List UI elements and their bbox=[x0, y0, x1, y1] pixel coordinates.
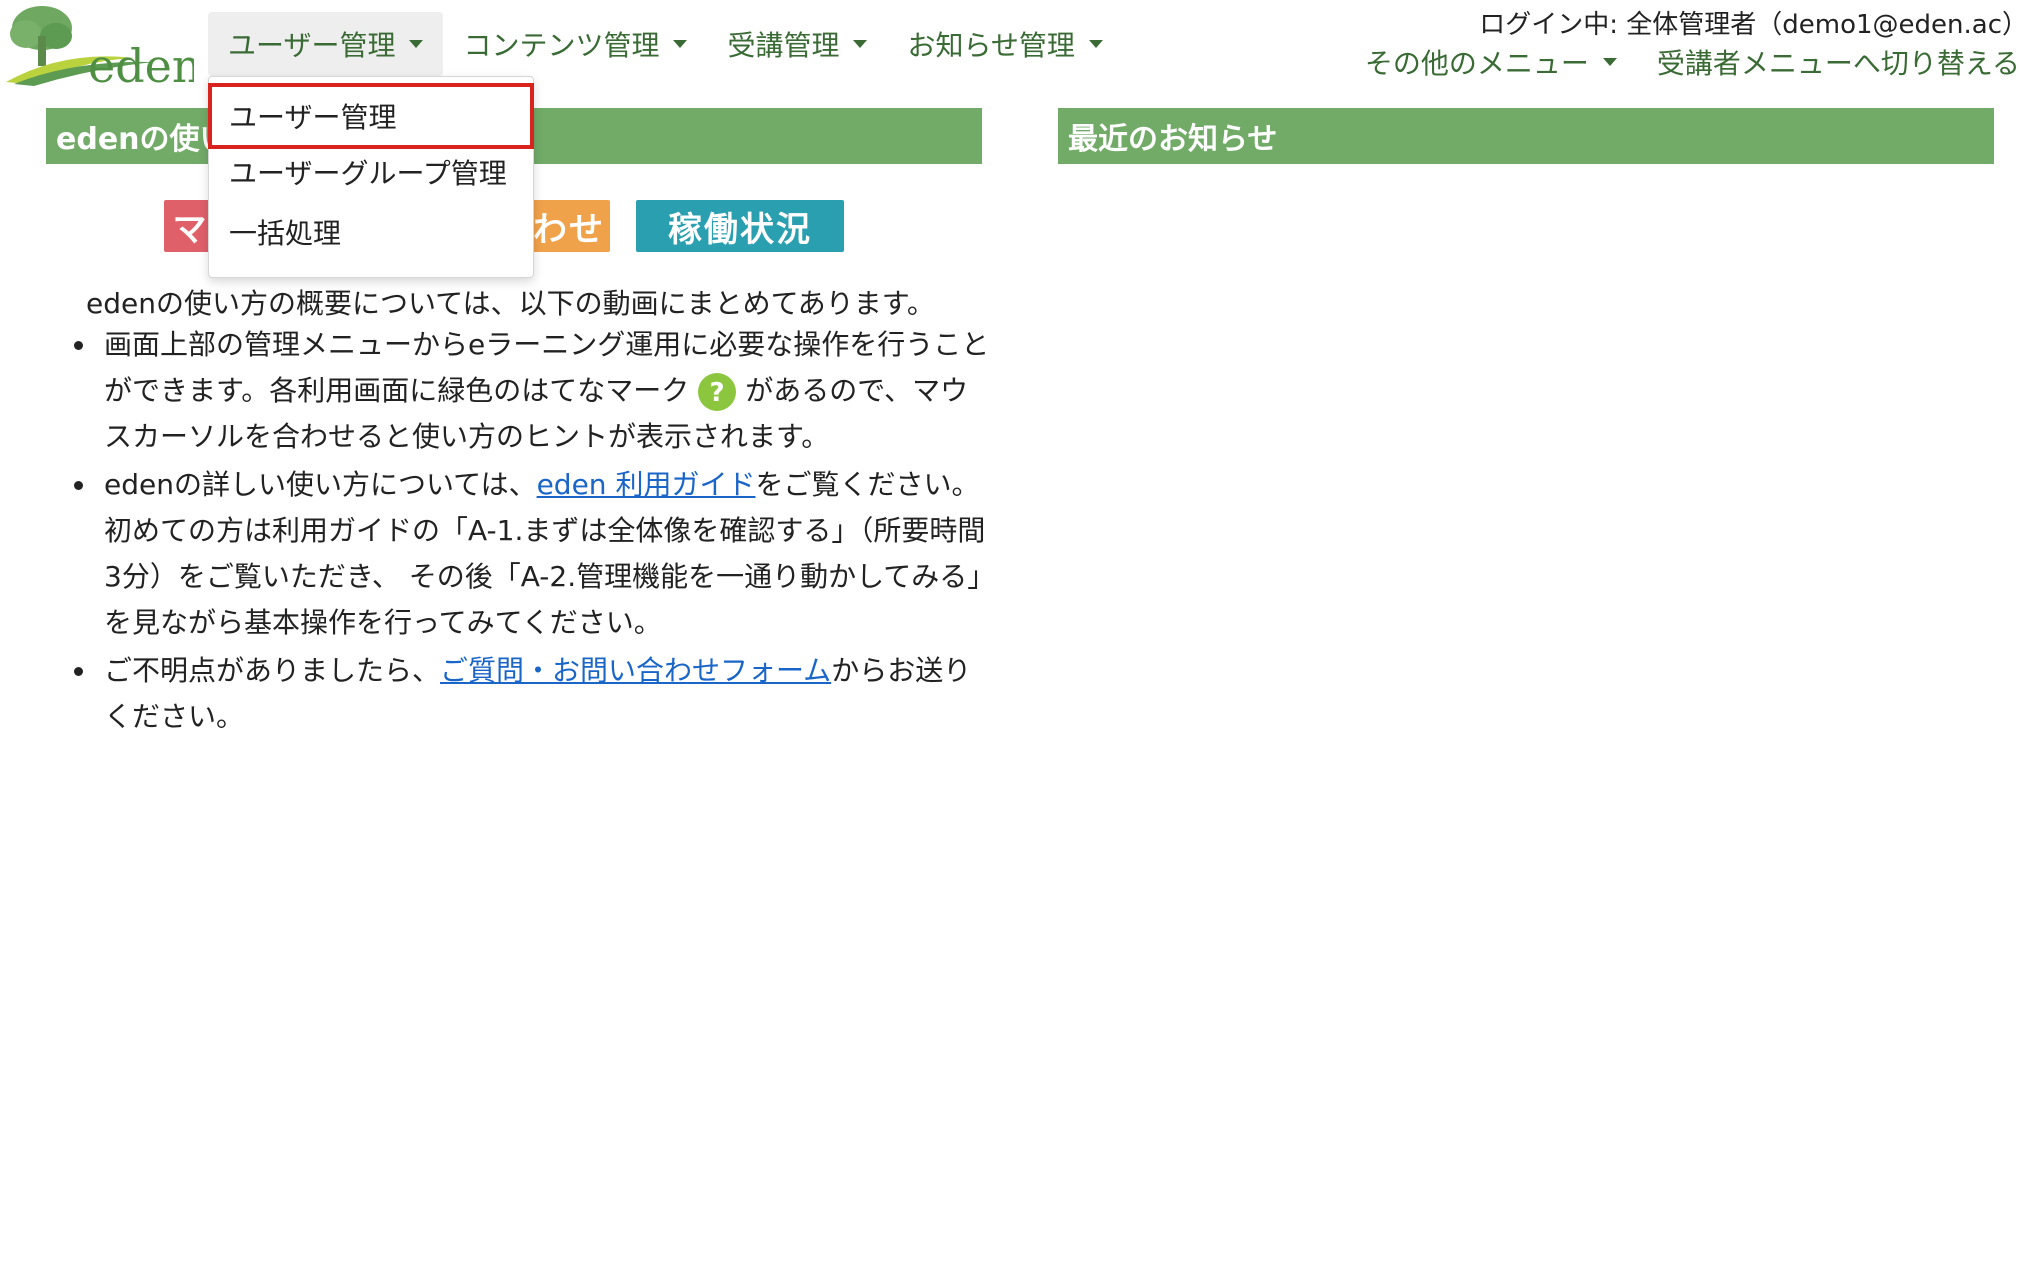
login-info: ログイン中: 全体管理者（demo1@eden.ac） bbox=[1479, 10, 2028, 40]
caret-down-icon bbox=[409, 40, 424, 48]
recent-notices-title: 最近のお知らせ bbox=[1058, 108, 1994, 164]
list-item: ご不明点がありましたら、ご質問・お問い合わせフォームからお送りください。 bbox=[70, 648, 990, 740]
nav-course-management-label: 受講管理 bbox=[727, 29, 840, 62]
nav-content-management-label: コンテンツ管理 bbox=[463, 29, 660, 62]
page: eden ユーザー管理 コンテンツ管理 受講管理 お知らせ管理 ログイン中: 全… bbox=[0, 0, 2034, 1280]
nav-content-management[interactable]: コンテンツ管理 bbox=[443, 12, 707, 76]
switch-to-learner-menu-link[interactable]: 受講者メニューへ切り替える bbox=[1637, 40, 2020, 84]
caret-down-icon bbox=[1088, 40, 1103, 48]
caret-down-icon bbox=[853, 40, 868, 48]
status-banner[interactable]: 稼働状況 bbox=[636, 200, 844, 252]
caret-down-icon bbox=[673, 40, 688, 48]
other-menu-label: その他のメニュー bbox=[1364, 47, 1589, 80]
dropdown-item-user-management[interactable]: ユーザー管理 bbox=[208, 83, 534, 149]
dropdown-item-bulk-processing[interactable]: 一括処理 bbox=[209, 203, 533, 261]
intro-text: edenの使い方の概要については、以下の動画にまとめてあります。 bbox=[86, 287, 935, 320]
nav-notice-management[interactable]: お知らせ管理 bbox=[887, 12, 1122, 76]
caret-down-icon bbox=[1602, 58, 1617, 66]
bullet3-text-pre: ご不明点がありましたら、 bbox=[104, 654, 441, 687]
user-management-dropdown: ユーザー管理 ユーザーグループ管理 一括処理 bbox=[208, 76, 534, 278]
nav-notice-management-label: お知らせ管理 bbox=[907, 29, 1075, 62]
contact-form-link[interactable]: ご質問・お問い合わせフォーム bbox=[440, 654, 831, 687]
dropdown-item-user-group-management[interactable]: ユーザーグループ管理 bbox=[209, 143, 533, 201]
other-menu[interactable]: その他のメニュー bbox=[1345, 40, 1637, 84]
list-item: 画面上部の管理メニューからeラーニング運用に必要な操作を行うことができます。各利… bbox=[70, 322, 990, 460]
nav-course-management[interactable]: 受講管理 bbox=[707, 12, 887, 76]
main-nav: ユーザー管理 コンテンツ管理 受講管理 お知らせ管理 bbox=[208, 12, 1123, 76]
eden-logo[interactable]: eden bbox=[4, 2, 194, 88]
list-item: edenの詳しい使い方については、eden 利用ガイドをご覧ください。初めての方… bbox=[70, 462, 990, 646]
logo-text: eden bbox=[88, 39, 194, 88]
nav-user-management-label: ユーザー管理 bbox=[228, 29, 396, 62]
nav-user-management[interactable]: ユーザー管理 bbox=[208, 12, 444, 76]
help-question-icon: ? bbox=[698, 373, 737, 411]
svg-text:?: ? bbox=[710, 378, 725, 408]
eden-guide-link[interactable]: eden 利用ガイド bbox=[537, 468, 756, 501]
help-list: 画面上部の管理メニューからeラーニング運用に必要な操作を行うことができます。各利… bbox=[70, 322, 990, 742]
right-menu: その他のメニュー 受講者メニューへ切り替える bbox=[1345, 40, 2020, 84]
bullet2-text-pre: edenの詳しい使い方については、 bbox=[104, 468, 537, 501]
